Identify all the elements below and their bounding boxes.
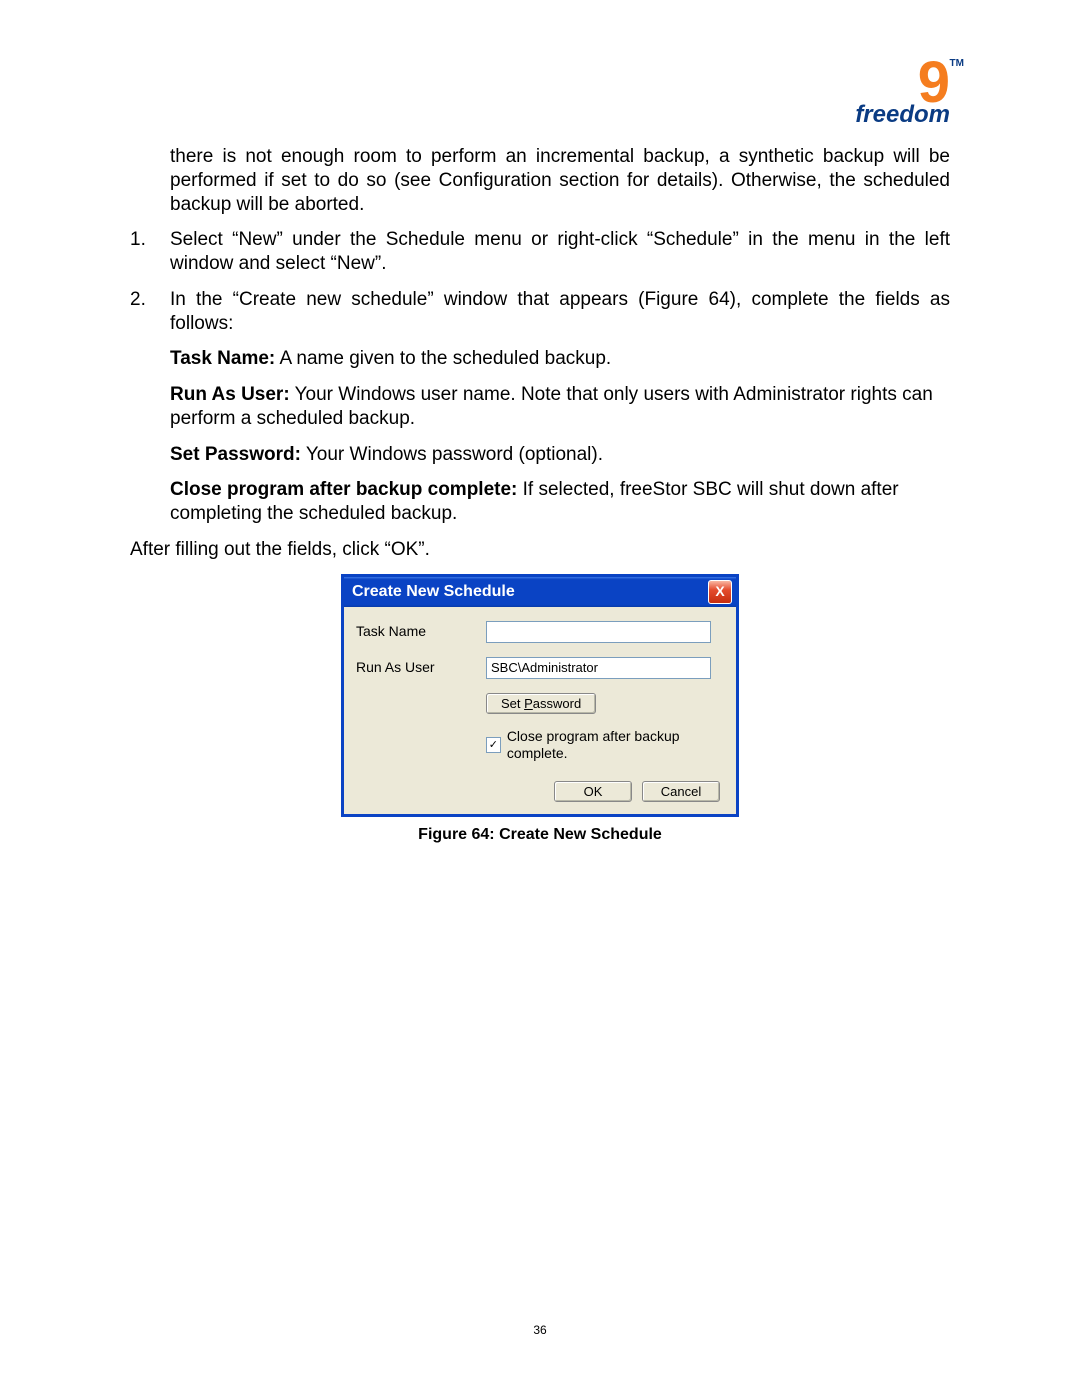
dialog-titlebar: Create New Schedule X [344,577,736,607]
def-run-as-user-label: Run As User: [170,384,290,405]
def-task-name: Task Name: A name given to the scheduled… [170,347,950,371]
logo-nine-glyph: 9 [918,50,950,115]
def-task-name-label: Task Name: [170,348,275,369]
run-as-user-row: Run As User [356,657,724,679]
dialog-title: Create New Schedule [352,582,515,602]
page-number: 36 [0,1323,1080,1337]
create-schedule-dialog: Create New Schedule X Task Name Run As U… [341,574,739,817]
task-name-input[interactable] [486,621,711,643]
logo-tm: TM [950,60,964,68]
check-icon: ✓ [489,740,498,751]
def-set-password-label: Set Password: [170,444,301,465]
step-1-number: 1. [130,228,170,276]
step-2-text: In the “Create new schedule” window that… [170,288,950,336]
run-as-user-input[interactable] [486,657,711,679]
step-1: 1. Select “New” under the Schedule menu … [130,228,950,276]
close-icon: X [715,583,724,599]
run-as-user-label: Run As User [356,659,486,677]
step-2: 2. In the “Create new schedule” window t… [130,288,950,336]
task-name-label: Task Name [356,623,486,641]
ok-button[interactable]: OK [554,781,632,802]
set-password-row: Set Password [486,693,724,714]
dialog-action-row: OK Cancel [356,781,724,802]
brand-logo: 9 TM freedom [855,60,950,129]
step-1-text: Select “New” under the Schedule menu or … [170,228,950,276]
def-run-as-user: Run As User: Your Windows user name. Not… [170,383,950,431]
logo-nine: 9 TM [918,60,950,106]
def-close-program-label: Close program after backup complete: [170,479,517,500]
task-name-row: Task Name [356,621,724,643]
close-after-backup-row: ✓ Close program after backup complete. [486,728,724,763]
dialog-body: Task Name Run As User Set Password ✓ Clo… [344,607,736,814]
cancel-button[interactable]: Cancel [642,781,720,802]
def-set-password-text: Your Windows password (optional). [301,444,603,465]
def-close-program: Close program after backup complete: If … [170,478,950,526]
step-2-number: 2. [130,288,170,336]
set-password-button[interactable]: Set Password [486,693,596,714]
close-after-backup-label: Close program after backup complete. [507,728,724,763]
after-paragraph: After filling out the fields, click “OK”… [130,538,950,562]
def-task-name-text: A name given to the scheduled backup. [275,348,611,369]
intro-paragraph: there is not enough room to perform an i… [170,145,950,216]
dialog-figure: Create New Schedule X Task Name Run As U… [341,574,739,845]
def-set-password: Set Password: Your Windows password (opt… [170,443,950,467]
close-after-backup-checkbox[interactable]: ✓ [486,737,501,753]
close-button[interactable]: X [708,580,732,604]
figure-caption: Figure 64: Create New Schedule [341,825,739,845]
